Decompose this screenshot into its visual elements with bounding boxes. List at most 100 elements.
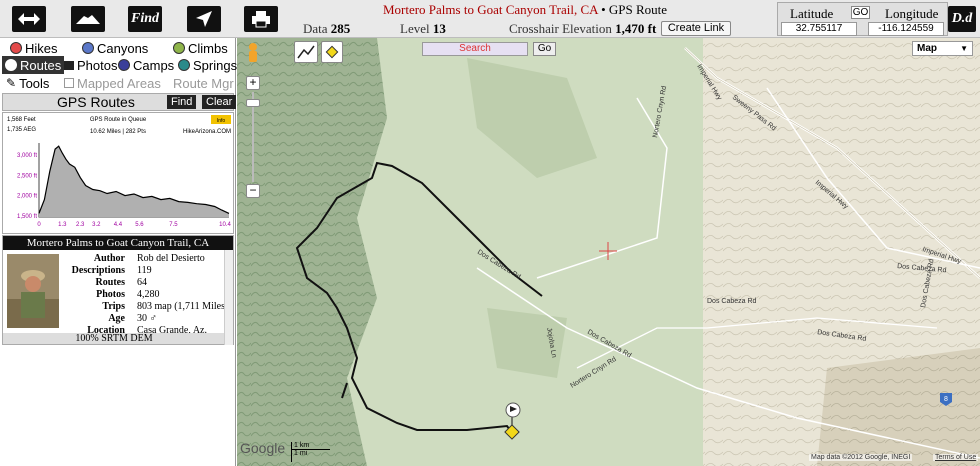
mapped-areas-label: Mapped Areas <box>77 75 161 91</box>
map-type-value: Map <box>917 43 937 54</box>
climbs-toggle[interactable]: Climbs <box>173 39 228 57</box>
photos-toggle[interactable]: Photos <box>64 56 117 74</box>
elevation-value: 1,470 ft <box>615 21 657 36</box>
print-button[interactable] <box>244 6 278 32</box>
author-info-key: Photos <box>96 289 125 300</box>
author-info-row: Photos 4,280 <box>3 289 225 301</box>
expand-arrows-button[interactable] <box>12 6 46 32</box>
map-label-dos-cabeza-3: Dos Cabeza Rd <box>707 298 757 305</box>
zoom-slider-handle[interactable] <box>246 99 260 107</box>
routes-clear-button[interactable]: Clear <box>202 95 237 109</box>
terrain-button[interactable] <box>71 6 105 32</box>
chart-x-tick: 10.4 <box>219 222 231 228</box>
map-search-go-button[interactable]: Go <box>533 42 556 56</box>
map-type-select[interactable]: Map ▼ <box>912 41 973 56</box>
map-view[interactable]: 8 Imperial Hwy Sweeny Pass Rd Imperial H… <box>237 38 980 466</box>
chart-stat-aeg: 1,735 AEG <box>7 127 36 133</box>
mapped-areas-toggle[interactable]: Mapped Areas <box>64 74 161 92</box>
author-info-row: Age 30 ♂ <box>3 313 225 325</box>
author-info-row: Descriptions 119 <box>3 265 225 277</box>
terrain-map: 8 Imperial Hwy Sweeny Pass Rd Imperial H… <box>237 38 980 466</box>
route-8-label: 8 <box>944 396 948 403</box>
author-scrollbar[interactable] <box>224 250 233 345</box>
author-info-value: 30 ♂ <box>137 313 157 324</box>
chart-y-tick: 1,500 ft <box>17 214 37 220</box>
longitude-field[interactable]: -116.124559 <box>868 22 944 36</box>
routes-find-button[interactable]: Find <box>167 95 197 109</box>
crosshair-elevation-stat: Crosshair Elevation 1,470 ft <box>509 21 656 37</box>
zoom-in-button[interactable]: + <box>246 76 260 90</box>
chart-credit: HikeArizona.COM <box>183 129 231 135</box>
coordinate-box: Latitude GO Longitude 32.755117 -116.124… <box>777 2 948 36</box>
latitude-label: Latitude <box>790 6 834 21</box>
map-attribution: Map data ©2012 Google, INEGI <box>809 454 913 461</box>
canyons-label: Canyons <box>97 40 149 56</box>
chart-info-label: Info <box>217 118 226 124</box>
chart-x-tick: 5.6 <box>135 222 144 228</box>
printer-icon <box>252 11 270 28</box>
springs-dot-icon <box>178 59 190 71</box>
chart-y-tick: 2,500 ft <box>17 173 37 179</box>
latitude-field[interactable]: 32.755117 <box>781 22 857 36</box>
author-info-row: Author Rob del Desierto <box>3 253 225 265</box>
elevation-area <box>39 146 229 217</box>
navigation-arrow-icon <box>196 11 212 27</box>
chevron-down-icon: ▼ <box>960 44 968 53</box>
mapped-areas-checkbox[interactable] <box>64 78 74 88</box>
terms-of-use-link[interactable]: Terms of Use <box>933 454 979 461</box>
decimal-degrees-button[interactable]: D.d <box>948 6 976 32</box>
longitude-label: Longitude <box>885 6 939 21</box>
author-info-row: Trips 803 map (1,711 Miles) <box>3 301 228 313</box>
data-value: 285 <box>330 21 351 36</box>
pegman-icon[interactable] <box>245 42 261 66</box>
draw-route-button[interactable] <box>294 41 318 63</box>
photo-icon <box>64 60 74 70</box>
scale-km: 1 km <box>292 442 330 450</box>
left-panel: Hikes Canyons Climbs Routes Photos Camps… <box>0 38 237 466</box>
create-link-button[interactable]: Create Link <box>661 21 731 36</box>
photos-label: Photos <box>77 57 118 73</box>
chart-y-tick: 2,000 ft <box>17 194 37 200</box>
level-value: 13 <box>432 21 446 36</box>
springs-toggle[interactable]: Springs <box>178 56 237 74</box>
canyons-toggle[interactable]: Canyons <box>82 39 148 57</box>
chart-x-tick: 4.4 <box>114 222 123 228</box>
waypoint-button[interactable] <box>321 41 343 63</box>
chart-x-tick: 3.2 <box>92 222 101 228</box>
author-info-value: Rob del Desierto <box>137 253 205 264</box>
chart-title: GPS Route in Queue <box>90 117 147 123</box>
category-row-2: Routes Photos Camps Springs <box>0 56 237 74</box>
gps-routes-title: GPS Routes <box>57 94 135 110</box>
route-manager-link[interactable]: Route Mgr <box>173 74 234 92</box>
routes-toggle[interactable]: Routes <box>2 56 65 74</box>
title-separator: • <box>601 2 606 17</box>
author-info-key: Age <box>108 313 125 324</box>
chart-stat-feet: 1,568 Feet <box>7 117 36 123</box>
climbs-dot-icon <box>173 42 185 54</box>
page-title: Mortero Palms to Goat Canyon Trail, CA •… <box>290 2 760 18</box>
wrench-icon: ✎ <box>6 76 17 90</box>
map-search-input[interactable]: Search <box>422 42 528 56</box>
chart-y-tick: 3,000 ft <box>17 153 37 159</box>
hikes-toggle[interactable]: Hikes <box>10 39 58 57</box>
coord-go-button[interactable]: GO <box>851 6 870 19</box>
camps-toggle[interactable]: Camps <box>118 56 174 74</box>
navigate-button[interactable] <box>187 6 221 32</box>
author-info-key: Routes <box>95 277 125 288</box>
page-type: GPS Route <box>608 2 668 17</box>
chart-x-tick: 7.5 <box>169 222 178 228</box>
line-draw-icon <box>297 45 315 59</box>
author-info-key: Descriptions <box>71 265 125 276</box>
author-info-key: Author <box>93 253 125 264</box>
elevation-label: Crosshair Elevation <box>509 21 612 36</box>
camps-dot-icon <box>118 59 130 71</box>
chart-subtitle: 10.62 Miles | 282 Pts <box>90 129 146 135</box>
camps-label: Camps <box>133 57 175 73</box>
find-button[interactable]: Find <box>128 6 162 32</box>
zoom-out-button[interactable]: − <box>246 184 260 198</box>
chart-x-tick: 2.3 <box>76 222 85 228</box>
diamond-icon <box>325 45 339 59</box>
tools-label: Tools <box>19 75 50 91</box>
author-info-value[interactable]: 803 map (1,711 Miles) <box>137 301 228 312</box>
tools-toggle[interactable]: ✎ Tools <box>6 74 49 92</box>
